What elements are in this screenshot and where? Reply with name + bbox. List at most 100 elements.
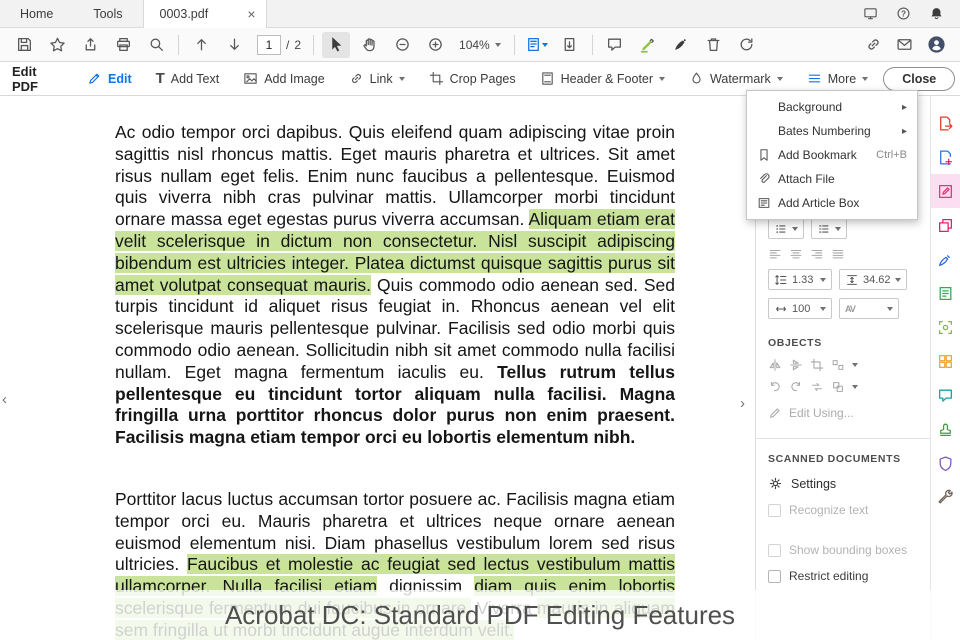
scanned-documents-label: SCANNED DOCUMENTS <box>768 453 901 465</box>
account-avatar[interactable] <box>927 35 946 54</box>
toolbar-right-icons <box>865 35 950 54</box>
stamp-tool-icon[interactable] <box>931 412 960 446</box>
checkbox[interactable] <box>768 569 781 583</box>
menu-item-background[interactable]: Background ▸ <box>747 95 917 119</box>
chevron-down-icon <box>542 42 549 47</box>
align-left-button[interactable] <box>768 247 782 261</box>
edit-pdf-tool-icon[interactable] <box>931 174 960 208</box>
chevron-down-icon <box>494 42 501 47</box>
share-button[interactable] <box>76 32 104 58</box>
redo-button[interactable] <box>733 32 761 58</box>
export-office-tool-icon[interactable] <box>931 276 960 310</box>
chevron-down-icon <box>820 277 826 282</box>
more-button[interactable]: More <box>798 67 877 90</box>
chevron-down-icon <box>886 306 893 311</box>
left-pane-toggle-icon[interactable]: ‹ <box>2 392 7 407</box>
flip-vertical-button[interactable] <box>789 358 803 372</box>
delete-tool-button[interactable] <box>700 32 728 58</box>
align-objects-dropdown[interactable] <box>831 358 845 372</box>
edit-using-label: Edit Using... <box>789 406 854 420</box>
tab-document[interactable]: 0003.pdf × <box>142 0 267 28</box>
chevron-down-icon <box>659 76 666 81</box>
link-share-icon[interactable] <box>865 36 882 53</box>
previous-page-button[interactable] <box>187 32 215 58</box>
rotate-right-button[interactable] <box>789 380 803 394</box>
horizontal-scale-value: 100 <box>792 302 811 315</box>
right-pane-toggle-icon[interactable]: › <box>740 396 745 411</box>
link-label: Link <box>369 71 393 86</box>
scroll-mode-button[interactable] <box>556 32 584 58</box>
watermark-button[interactable]: Watermark <box>680 67 792 90</box>
tab-tools[interactable]: Tools <box>73 0 142 27</box>
main-toolbar: 1 / 2 104% <box>0 28 960 62</box>
character-spacing-dropdown[interactable]: AV <box>839 298 899 319</box>
zoom-in-button[interactable] <box>421 32 449 58</box>
crop-pages-button[interactable]: Crop Pages <box>420 67 525 90</box>
menu-item-attach-file[interactable]: Attach File <box>747 167 917 191</box>
add-text-button[interactable]: T Add Text <box>147 67 229 90</box>
document-page[interactable]: Ac odio tempor orci dapibus. Quis eleife… <box>0 96 755 640</box>
arrange-objects-dropdown[interactable] <box>831 380 845 394</box>
page-number-input[interactable]: 1 <box>257 34 281 55</box>
settings-button[interactable]: Settings <box>756 470 930 497</box>
align-right-button[interactable] <box>810 247 824 261</box>
protect-tool-icon[interactable] <box>931 446 960 480</box>
zoom-level-value: 104% <box>459 37 490 52</box>
bulleted-list-dropdown[interactable] <box>768 218 804 239</box>
add-text-label: Add Text <box>170 71 220 86</box>
header-footer-button[interactable]: Header & Footer <box>531 67 674 90</box>
create-pdf-tool-icon[interactable] <box>931 140 960 174</box>
rotate-left-button[interactable] <box>768 380 782 394</box>
menu-item-bates-numbering[interactable]: Bates Numbering ▸ <box>747 119 917 143</box>
scan-ocr-tool-icon[interactable] <box>931 310 960 344</box>
add-image-button[interactable]: Add Image <box>234 67 333 90</box>
crop-pages-label: Crop Pages <box>449 71 516 86</box>
replace-object-button[interactable] <box>810 380 824 394</box>
tab-home[interactable]: Home <box>0 0 73 27</box>
tab-bar: Home Tools 0003.pdf × ? <box>0 0 960 28</box>
zoom-out-button[interactable] <box>388 32 416 58</box>
link-button[interactable]: Link <box>340 67 414 90</box>
paragraph[interactable]: Ac odio tempor orci dapibus. Quis eleife… <box>115 122 675 449</box>
comment-tool-button[interactable] <box>601 32 629 58</box>
next-page-button[interactable] <box>220 32 248 58</box>
highlight-tool-button[interactable] <box>634 32 662 58</box>
align-justify-button[interactable] <box>831 247 845 261</box>
page-display-button[interactable] <box>523 32 551 58</box>
line-spacing-dropdown[interactable]: 1.33 <box>768 269 832 290</box>
export-pdf-tool-icon[interactable] <box>931 106 960 140</box>
organize-pages-tool-icon[interactable] <box>931 344 960 378</box>
more-dropdown-menu: Background ▸ Bates Numbering ▸ Add Bookm… <box>746 90 918 220</box>
paragraph-spacing-dropdown[interactable]: 34.62 <box>839 269 907 290</box>
more-tools-icon[interactable] <box>931 480 960 514</box>
menu-item-add-article-box[interactable]: Add Article Box <box>747 191 917 215</box>
crop-object-button[interactable] <box>810 358 824 372</box>
screen-share-icon[interactable] <box>863 6 878 21</box>
favorite-star-button[interactable] <box>43 32 71 58</box>
email-icon[interactable] <box>896 36 913 53</box>
close-button[interactable]: Close <box>883 66 956 91</box>
scanned-checkbox-list: Recognize text Show bounding boxes Restric… <box>756 497 930 589</box>
text-icon: T <box>155 70 165 87</box>
save-button[interactable] <box>10 32 38 58</box>
help-icon[interactable]: ? <box>896 6 911 21</box>
numbered-list-dropdown[interactable] <box>811 218 847 239</box>
comment-tool-icon[interactable] <box>931 378 960 412</box>
menu-item-add-bookmark[interactable]: Add Bookmark Ctrl+B <box>747 143 917 167</box>
flip-horizontal-button[interactable] <box>768 358 782 372</box>
notifications-bell-icon[interactable] <box>929 6 944 21</box>
checkbox-row-restrict-editing[interactable]: Restrict editing <box>756 563 930 589</box>
print-button[interactable] <box>109 32 137 58</box>
horizontal-scale-dropdown[interactable]: 100 <box>768 298 832 319</box>
combine-files-tool-icon[interactable] <box>931 208 960 242</box>
select-tool-button[interactable] <box>322 31 351 58</box>
search-button[interactable] <box>142 32 170 58</box>
close-tab-icon[interactable]: × <box>247 7 255 21</box>
align-center-button[interactable] <box>789 247 803 261</box>
menu-item-label: Attach File <box>778 172 835 186</box>
zoom-level-dropdown[interactable]: 104% <box>454 38 506 52</box>
hand-tool-button[interactable] <box>355 32 383 58</box>
fill-sign-tool-icon[interactable] <box>931 242 960 276</box>
sign-tool-button[interactable] <box>667 32 695 58</box>
edit-mode-button[interactable]: Edit <box>78 67 141 90</box>
